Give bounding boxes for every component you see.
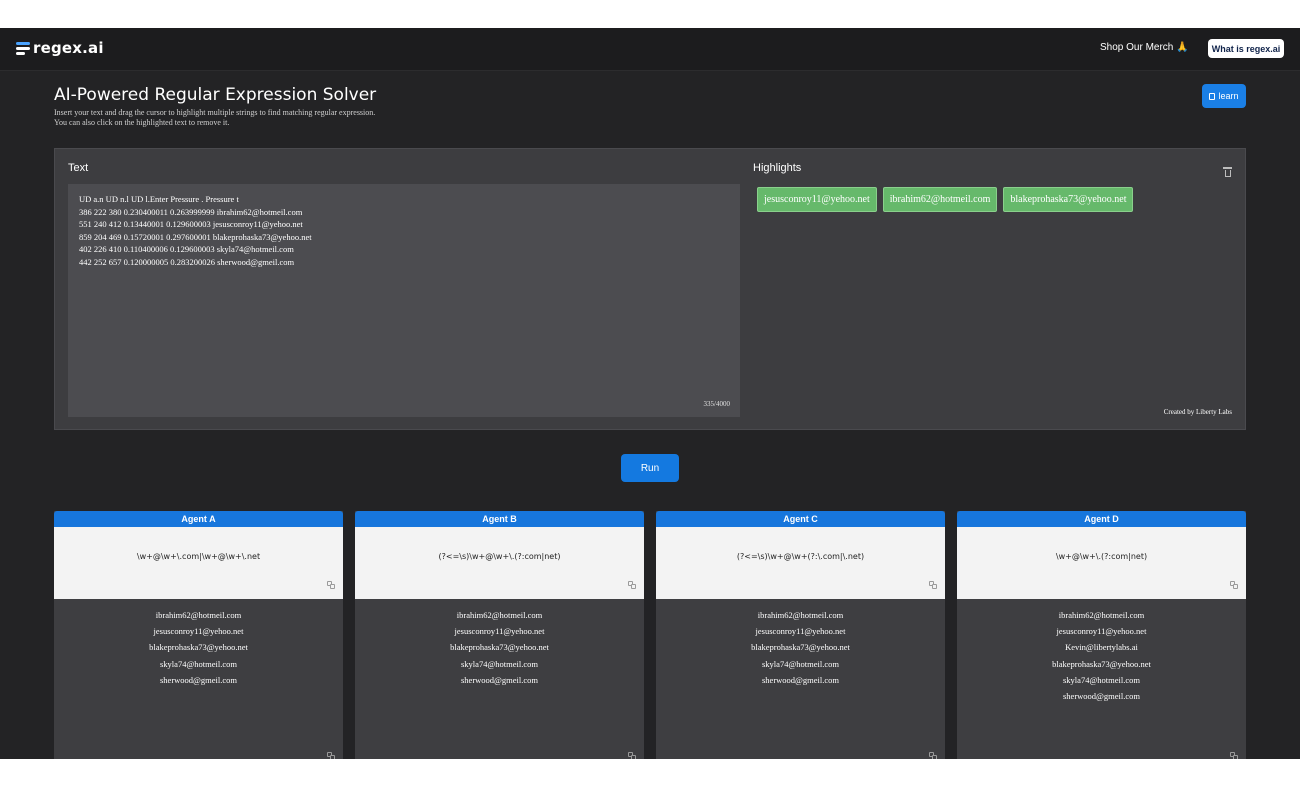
match-results: ibrahim62@hotmeil.com jesusconroy11@yeho… [957,599,1246,704]
subtitle-line: Insert your text and drag the cursor to … [54,108,376,117]
logo[interactable]: regex.ai [16,39,104,57]
character-count: 335/4000 [703,400,730,408]
text-section-label: Text [68,162,89,174]
text-line: 551 240 412 0.13440001 0.129600003 jesus… [79,219,303,229]
match-item: ibrahim62@hotmeil.com [757,610,844,620]
match-item: sherwood@gmeil.com [461,674,538,685]
match-item: sherwood@gmeil.com [160,674,237,685]
copy-icon[interactable] [929,581,937,589]
book-icon [1209,92,1216,100]
regex-box: (?<=\s)\w+@\w+\.(?:com|net) [355,527,644,599]
shop-merch-link[interactable]: Shop Our Merch 🙏 [1100,42,1189,53]
regex-box: \w+@\w+\.(?:com|net) [957,527,1246,599]
regex-box: \w+@\w+\.com|\w+@\w+\.net [54,527,343,599]
trash-icon[interactable] [1223,167,1232,177]
highlight-chip[interactable]: ibrahim62@hotmeil.com [882,187,998,212]
match-item: skyla74@hotmeil.com [1063,674,1140,685]
match-item: skyla74@hotmeil.com [762,658,839,669]
agent-name: Agent B [355,511,644,527]
text-input-area[interactable]: UD a.n UD n.l UD l.Enter Pressure . Pres… [68,184,740,417]
match-item: blakeprohaska73@yehoo.net [149,642,248,653]
match-item: skyla74@hotmeil.com [160,658,237,669]
text-line: UD a.n UD n.l UD l.Enter Pressure . Pres… [79,194,239,204]
match-item: jesusconroy11@yehoo.net [755,626,846,637]
agent-name: Agent A [54,511,343,527]
highlight-chip[interactable]: jesusconroy11@yehoo.net [757,187,877,212]
logo-text: regex.ai [33,39,104,57]
copy-icon[interactable] [929,752,937,759]
highlights-section-label: Highlights [753,162,802,174]
agent-card-d: Agent D \w+@\w+\.(?:com|net) ibrahim62@h… [957,511,1246,759]
learn-button[interactable]: learn [1202,84,1246,108]
regex-box: (?<=\s)\w+@\w+(?:\.com|\.net) [656,527,945,599]
logo-icon [16,41,30,55]
match-results: ibrahim62@hotmeil.com jesusconroy11@yeho… [656,599,945,688]
learn-label: learn [1218,91,1239,101]
match-item: sherwood@gmeil.com [762,674,839,685]
copy-icon[interactable] [327,752,335,759]
agent-card-c: Agent C (?<=\s)\w+@\w+(?:\.com|\.net) ib… [656,511,945,759]
match-item: Kevin@libertylabs.ai [1065,642,1138,653]
app-root: regex.ai Shop Our Merch 🙏 What is regex.a… [0,28,1300,759]
copy-icon[interactable] [628,752,636,759]
text-line: 859 204 469 0.15720001 0.297600001 blake… [79,231,312,242]
match-item: blakeprohaska73@yehoo.net [751,642,850,653]
match-item: sherwood@gmeil.com [1063,691,1140,702]
match-item: ibrahim62@hotmeil.com [155,610,242,620]
agent-card-a: Agent A \w+@\w+\.com|\w+@\w+\.net ibrahi… [54,511,343,759]
pray-hands-icon: 🙏 [1176,42,1189,53]
agent-card-b: Agent B (?<=\s)\w+@\w+\.(?:com|net) ibra… [355,511,644,759]
agent-name: Agent C [656,511,945,527]
match-item: ibrahim62@hotmeil.com [456,610,543,620]
text-line: 386 222 380 0.230400011 0.263999999 ibra… [79,206,303,217]
top-navbar: regex.ai Shop Our Merch 🙏 What is regex.a… [0,28,1300,71]
agent-regex: \w+@\w+\.(?:com|net) [1055,552,1148,561]
match-results: ibrahim62@hotmeil.com jesusconroy11@yeho… [54,599,343,688]
match-item: skyla74@hotmeil.com [461,658,538,669]
agent-regex: \w+@\w+\.com|\w+@\w+\.net [136,552,261,561]
what-is-regexai-button[interactable]: What is regex.ai [1208,39,1284,58]
editor-panel: Text UD a.n UD n.l UD l.Enter Pressure .… [54,148,1246,430]
copy-icon[interactable] [1230,581,1238,589]
subtitle-line: You can also click on the highlighted te… [54,117,230,127]
text-line: 402 226 410 0.110400006 0.129600003 skyl… [79,244,294,254]
highlight-chip[interactable]: blakeprohaska73@yehoo.net [1003,187,1134,212]
text-line: 442 252 657 0.120000005 0.283200026 sher… [79,256,295,267]
match-item: blakeprohaska73@yehoo.net [450,642,549,653]
shop-merch-label: Shop Our Merch [1100,42,1174,53]
page-title: AI-Powered Regular Expression Solver [54,85,377,105]
copy-icon[interactable] [327,581,335,589]
match-results: ibrahim62@hotmeil.com jesusconroy11@yeho… [355,599,644,688]
copy-icon[interactable] [628,581,636,589]
agent-regex: (?<=\s)\w+@\w+(?:\.com|\.net) [736,552,865,561]
match-item: jesusconroy11@yehoo.net [153,626,244,637]
match-item: blakeprohaska73@yehoo.net [1052,658,1151,669]
match-item: ibrahim62@hotmeil.com [1058,610,1145,620]
agent-regex: (?<=\s)\w+@\w+\.(?:com|net) [438,552,561,561]
highlight-chips: jesusconroy11@yehoo.net ibrahim62@hotmei… [757,187,1139,212]
run-button[interactable]: Run [621,454,679,482]
page-subtitle: Insert your text and drag the cursor to … [54,108,654,127]
agent-name: Agent D [957,511,1246,527]
match-item: jesusconroy11@yehoo.net [1056,626,1147,637]
credit-text: Created by Liberty Labs [1163,408,1232,416]
copy-icon[interactable] [1230,752,1238,759]
match-item: jesusconroy11@yehoo.net [454,626,545,637]
